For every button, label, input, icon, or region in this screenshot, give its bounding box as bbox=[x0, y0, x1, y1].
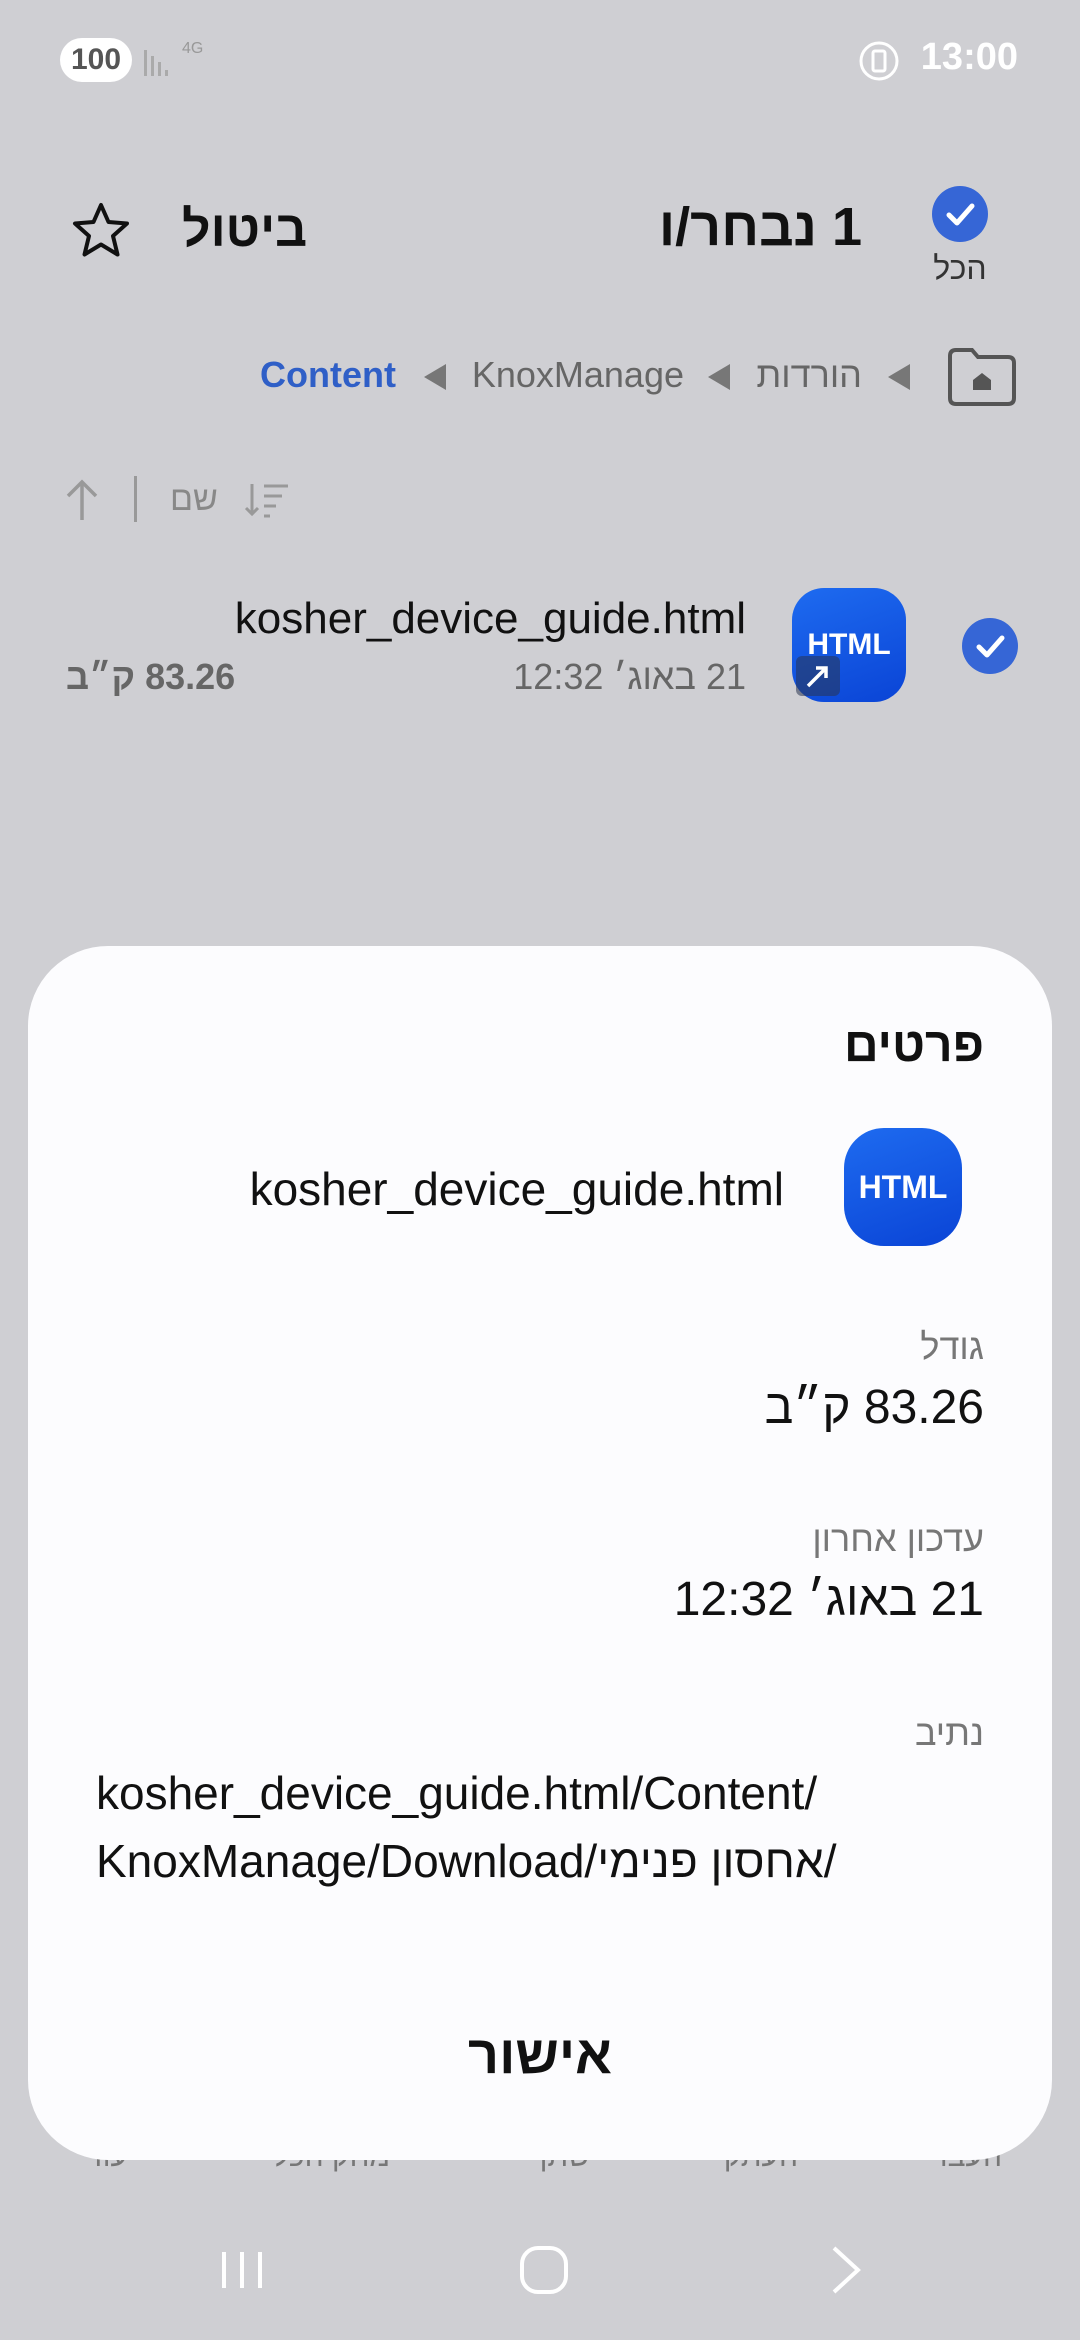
modified-value: 21 באוג׳ 12:32 bbox=[673, 1573, 984, 1626]
size-value: 83.26 ק״ב bbox=[764, 1381, 984, 1434]
shortcut-arrow-icon bbox=[796, 656, 840, 696]
breadcrumb-item-downloads[interactable]: הורדות bbox=[756, 354, 862, 396]
network-type: 4G bbox=[182, 40, 204, 57]
nav-home-icon[interactable] bbox=[514, 2240, 574, 2300]
ok-button[interactable]: אישור bbox=[340, 2020, 740, 2090]
breadcrumb-separator-icon bbox=[424, 364, 446, 390]
sort-label[interactable]: שם bbox=[170, 480, 218, 519]
file-checkbox[interactable] bbox=[962, 618, 1018, 674]
nav-recents-icon[interactable] bbox=[212, 2240, 272, 2300]
modified-label: עדכון אחרון bbox=[812, 1518, 984, 1559]
breadcrumb-separator-icon bbox=[888, 364, 910, 390]
battery-indicator: 100 bbox=[60, 38, 132, 82]
battery-saver-icon bbox=[859, 41, 899, 81]
cancel-button[interactable]: ביטול bbox=[182, 200, 307, 258]
file-name: kosher_device_guide.html bbox=[234, 594, 746, 643]
breadcrumb-separator-icon bbox=[708, 364, 730, 390]
dialog-title: פרטים bbox=[843, 1019, 984, 1072]
signal-icon bbox=[144, 50, 168, 76]
breadcrumb-item-knoxmanage[interactable]: KnoxManage bbox=[472, 354, 684, 396]
select-all-label[interactable]: הכל bbox=[928, 250, 992, 287]
dialog-file-name: kosher_device_guide.html bbox=[249, 1163, 784, 1215]
size-label: גודל bbox=[920, 1326, 984, 1367]
file-date: 21 באוג׳ 12:32 bbox=[513, 656, 746, 697]
sort-divider bbox=[134, 476, 137, 522]
nav-back-icon[interactable] bbox=[816, 2240, 876, 2300]
status-time: 13:00 bbox=[920, 36, 1018, 78]
breadcrumb: הורדות KnoxManage Content bbox=[0, 330, 1080, 420]
selected-count-title: 1 נבחר/ו bbox=[658, 197, 862, 257]
file-size: 83.26 ק״ב bbox=[66, 656, 236, 697]
sort-direction-icon[interactable] bbox=[60, 476, 104, 524]
checkmark-icon bbox=[976, 635, 1005, 658]
home-folder-icon[interactable] bbox=[946, 344, 1018, 408]
breadcrumb-item-content[interactable]: Content bbox=[260, 354, 396, 396]
html-file-icon: HTML bbox=[844, 1128, 962, 1246]
path-value-line-2: KnoxManage/Download/אחסון פנימי/ bbox=[96, 1835, 837, 1887]
path-label: נתיב bbox=[914, 1712, 984, 1753]
checkmark-icon bbox=[946, 203, 975, 226]
sort-icon[interactable] bbox=[244, 480, 290, 520]
path-value-line-1: kosher_device_guide.html/Content/ bbox=[96, 1767, 818, 1819]
select-all-checkbox[interactable] bbox=[932, 186, 988, 242]
star-icon[interactable] bbox=[70, 200, 132, 262]
